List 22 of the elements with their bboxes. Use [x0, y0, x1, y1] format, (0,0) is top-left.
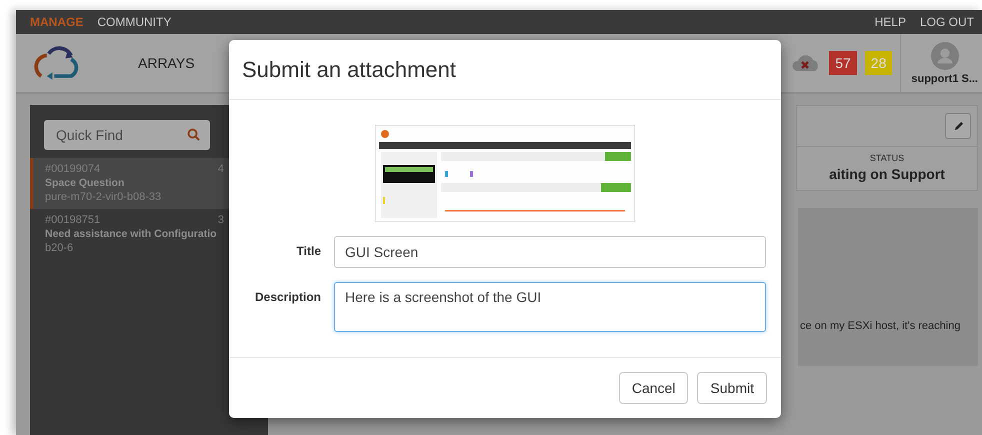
- case-array: b20-6: [45, 242, 74, 254]
- quick-find-field[interactable]: Quick Find: [44, 120, 210, 150]
- case-number: #00198751: [45, 214, 100, 226]
- field-label: Description: [254, 289, 321, 304]
- nav-link[interactable]: COMMUNITY: [97, 15, 172, 29]
- user-name[interactable]: support1 S...: [911, 72, 978, 84]
- alert-count-badge[interactable]: 57: [829, 51, 857, 75]
- description-text: ce on my ESXi host, it's reaching: [800, 320, 960, 332]
- nav-link[interactable]: LOG OUT: [920, 15, 974, 29]
- field-label: Title: [296, 243, 321, 258]
- case-title: Need assistance with Configuratio: [45, 228, 218, 240]
- dialog-title: Submit an attachment: [242, 56, 456, 82]
- nav-link[interactable]: HELP: [874, 15, 906, 29]
- arrays-tab[interactable]: ARRAYS: [138, 55, 195, 71]
- case-title: Space Question: [45, 177, 126, 189]
- title-field[interactable]: GUI Screen: [334, 236, 766, 268]
- case-time: 3: [218, 214, 224, 226]
- status-value: aiting on Support: [829, 166, 945, 182]
- status-label: STATUS: [870, 153, 904, 163]
- description-field[interactable]: Here is a screenshot of the GUI: [334, 282, 766, 332]
- dialog-button[interactable]: Submit: [697, 372, 767, 404]
- dialog-button[interactable]: Cancel: [618, 372, 688, 404]
